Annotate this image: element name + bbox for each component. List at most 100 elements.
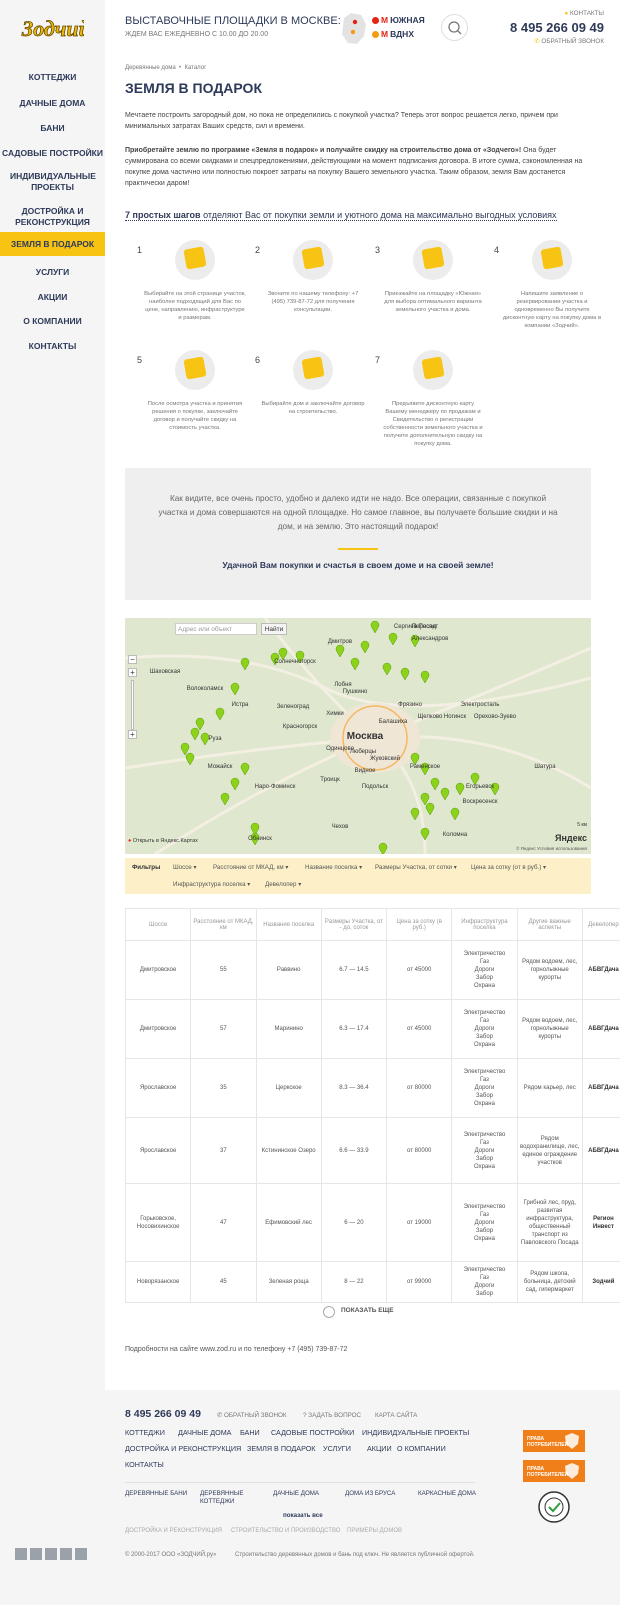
table-header-cell[interactable]: Цена за сотку (в руб.): [386, 908, 453, 941]
show-more-button[interactable]: Показать еще: [341, 1307, 394, 1314]
filter-village[interactable]: Название поселка ▾: [305, 864, 362, 871]
metro-yuzhnaya[interactable]: М Южная: [372, 15, 425, 25]
metro-vdnh[interactable]: М ВДНХ: [372, 29, 414, 39]
footer-nav-link[interactable]: Достройка и реконструкция: [125, 1444, 241, 1453]
sidebar-item-promo[interactable]: Акции: [0, 290, 105, 306]
footer-sitemap-link[interactable]: Карта сайта: [375, 1412, 417, 1419]
zoom-slider[interactable]: [131, 680, 134, 730]
zoom-out-button[interactable]: −: [128, 655, 137, 664]
zoom-plus-button[interactable]: +: [128, 730, 137, 739]
table-cell: Дмитровское: [124, 999, 192, 1059]
zoom-in-button[interactable]: +: [128, 668, 137, 677]
open-in-yandex-link[interactable]: ● Открыть в Яндекс.Картах: [128, 838, 198, 844]
program-bold: Приобретайте землю по программе «Земля в…: [125, 147, 522, 154]
table-row[interactable]: Дмитровское 57 Маринино 6.3 — 17.4 от 45000 Э…: [124, 999, 620, 1059]
footer-small-link[interactable]: Примеры домов: [347, 1528, 402, 1534]
zodchiy-logo[interactable]: Зодчий: [20, 10, 84, 44]
footer-category-link[interactable]: Дачные дома: [273, 1490, 337, 1498]
filter-infrastructure[interactable]: Инфраструктура поселка ▾: [173, 881, 250, 888]
footer-divider: [125, 1482, 475, 1483]
table-header-cell[interactable]: Расстояние от МКАД, км: [190, 908, 257, 941]
footer-ask-link[interactable]: ? Задать вопрос: [303, 1412, 361, 1419]
map-city-label: Дмитров: [328, 639, 352, 645]
youtube-icon[interactable]: [60, 1548, 72, 1560]
breadcrumb-link[interactable]: Деревянные дома: [125, 65, 176, 71]
footer-nav-link[interactable]: Бани: [240, 1428, 260, 1437]
table-row[interactable]: Горьковское, Носовихинское 47 Ефимовский л…: [124, 1183, 620, 1262]
contacts-link[interactable]: ● Контакты: [564, 10, 604, 17]
instagram-icon[interactable]: [75, 1548, 87, 1560]
table-cell: Электричество Газ Дороги Забор Охрана: [451, 999, 518, 1059]
footer-show-all-link[interactable]: показать все: [283, 1512, 323, 1520]
table-cell: 47: [190, 1183, 257, 1262]
chevron-down-icon: ▾: [193, 864, 197, 871]
sidebar-item-baths[interactable]: Бани: [0, 121, 105, 137]
table-cell: Зодчий: [581, 1261, 620, 1303]
footer-category-link[interactable]: Деревянные бани: [125, 1490, 189, 1498]
footer-category-link[interactable]: Деревянные коттеджи: [200, 1490, 264, 1506]
filter-size[interactable]: Размеры Участка, от сотки ▾: [375, 864, 457, 871]
step-number: 7: [375, 355, 381, 365]
sidebar-item-about[interactable]: О компании: [0, 314, 105, 330]
footer-nav-link[interactable]: Дачные дома: [178, 1428, 231, 1437]
facebook-icon[interactable]: [15, 1548, 27, 1560]
footer-nav-link[interactable]: О компании: [397, 1444, 446, 1453]
filter-price[interactable]: Цена за сотку (от в руб.) ▾: [471, 864, 546, 871]
sidebar-item-cottages[interactable]: Коттеджи: [0, 70, 105, 86]
vk-icon[interactable]: [30, 1548, 42, 1560]
info-text: Как видите, все очень просто, удобно и д…: [158, 494, 558, 531]
table-cell: 45: [190, 1261, 257, 1303]
footer-small-link[interactable]: Строительство и производство: [231, 1528, 340, 1534]
sidebar-item-country-houses[interactable]: Дачные дома: [0, 96, 105, 112]
consumer-rights-badge[interactable]: Права потребителей: [523, 1430, 585, 1452]
footer-nav-link[interactable]: Коттеджи: [125, 1428, 165, 1437]
sidebar-item-garden[interactable]: Садовые постройки: [0, 146, 105, 162]
table-row[interactable]: Новорязанское 45 Зеленая роща 8 — 22 от 9900…: [124, 1261, 620, 1303]
map-search-button[interactable]: Найти: [261, 623, 287, 635]
filter-developer[interactable]: Девелопер ▾: [265, 881, 301, 888]
header-phone[interactable]: 8 495 266 09 49: [510, 20, 604, 35]
table-cell: Ефимовский лес: [255, 1183, 322, 1262]
sidebar-item-services[interactable]: Услуги: [0, 265, 105, 281]
footer-small-link[interactable]: Достройка и реконструкция: [125, 1528, 222, 1534]
table-cell: Рядом водоем, лес, горнолыжные курорты: [516, 999, 583, 1059]
filter-distance[interactable]: Расстояние от МКАД, км ▾: [213, 864, 289, 871]
filter-highway[interactable]: Шоссе ▾: [173, 864, 197, 871]
table-row[interactable]: Ярославское 35 Церкское 8.3 — 36.4 от 80000 Э…: [124, 1058, 620, 1118]
consumer-rights-badge[interactable]: Права потребителей: [523, 1460, 585, 1482]
footer-category-link[interactable]: Каркасные дома: [418, 1490, 482, 1498]
table-row[interactable]: Ярославское 37 Кстининское Озеро 6.6 — 33.9…: [124, 1117, 620, 1184]
breadcrumb-link[interactable]: Каталог: [184, 65, 206, 71]
footer-nav-link[interactable]: Контакты: [125, 1460, 164, 1469]
sidebar-item-contacts[interactable]: Контакты: [0, 339, 105, 355]
certificate-seal-icon[interactable]: [537, 1490, 571, 1524]
table-header-cell[interactable]: Девелопер: [581, 908, 620, 941]
table-header-cell[interactable]: Размеры Участка, от - до, соток: [320, 908, 388, 941]
odnoklassniki-icon[interactable]: [45, 1548, 57, 1560]
footer-nav-link[interactable]: Садовые постройки: [271, 1428, 354, 1437]
sidebar-item-individual[interactable]: Индивидуальные проекты: [0, 170, 105, 194]
footer-category-link[interactable]: Дома из бруса: [345, 1490, 409, 1498]
map-city-label: Воскресенск: [463, 799, 498, 805]
map-canvas[interactable]: ДмитровСергиев ПосадАлександровСолнечног…: [125, 618, 591, 854]
footer-phone[interactable]: 8 495 266 09 49: [125, 1408, 201, 1420]
table-row[interactable]: Дмитровское 55 Раввино 6.7 — 14.5 от 45000 Эл…: [124, 940, 620, 1000]
footer-nav-link[interactable]: Земля в подарок: [247, 1444, 316, 1453]
step-number: 5: [137, 355, 143, 365]
table-header-cell[interactable]: Инфраструктура поселка: [451, 908, 518, 941]
map-scale: 5 км: [577, 822, 587, 828]
footer-nav-link[interactable]: Услуги: [323, 1444, 351, 1453]
table-header-cell[interactable]: Другие важные аспекты: [516, 908, 583, 941]
search-button[interactable]: [441, 14, 468, 41]
sidebar-item-reconstruction[interactable]: Достройка и реконструкция: [0, 205, 105, 229]
footer-callback-link[interactable]: ✆ Обратный звонок: [217, 1412, 287, 1419]
table-header-cell[interactable]: Название поселка: [255, 908, 322, 941]
footer-nav-link[interactable]: Индивидуальные проекты: [362, 1428, 469, 1437]
land-map[interactable]: Дмитров Сергиев Посад Александров Солнечног…: [125, 618, 591, 854]
map-terms[interactable]: © Яндекс Условия использования: [516, 846, 587, 851]
sidebar-item-land-gift[interactable]: Земля в подарок: [0, 232, 105, 256]
callback-link[interactable]: ✆ Обратный звонок: [534, 38, 604, 45]
footer-nav-link[interactable]: Акции: [367, 1444, 392, 1453]
map-search-input[interactable]: Адрес или объект: [175, 623, 257, 635]
table-header-cell[interactable]: Шоссе: [124, 908, 192, 941]
